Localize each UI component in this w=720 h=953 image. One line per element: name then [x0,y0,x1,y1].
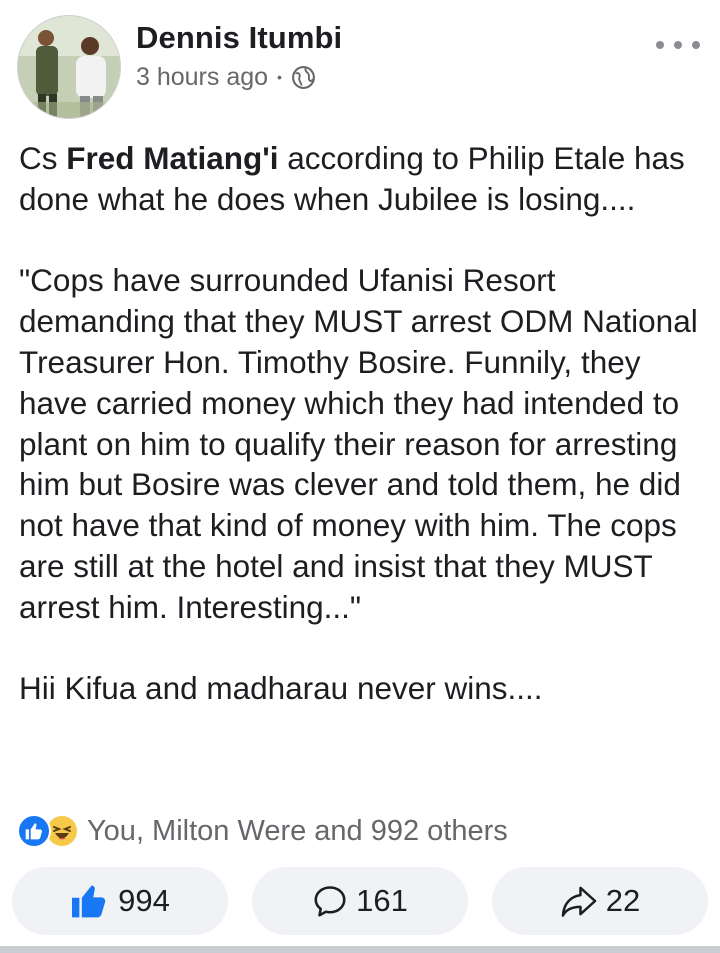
post-time[interactable]: 3 hours ago [136,63,268,92]
separator-dot: • [277,69,282,85]
share-count: 22 [605,883,641,918]
like-count: 994 [118,883,170,918]
thumbs-up-icon [25,823,42,840]
comment-icon [314,886,346,917]
globe-icon[interactable] [291,65,316,90]
reactions-text[interactable]: You, Milton Were and 992 others [87,815,508,848]
comment-button[interactable]: 161 [252,867,468,935]
post-text: Cs Fred Matiang'i according to Philip Et… [19,138,709,709]
like-button[interactable]: 994 [12,867,228,935]
more-dot [674,41,682,49]
facebook-post: Dennis Itumbi 3 hours ago • Cs Fred Mati… [0,0,720,953]
mentioned-name[interactable]: Fred Matiang'i [66,140,278,176]
comment-count: 161 [356,883,408,918]
share-arrow-icon [561,886,597,917]
author-name[interactable]: Dennis Itumbi [136,20,342,56]
post-paragraph-2: "Cops have surrounded Ufanisi Resort dem… [19,262,698,625]
post-paragraph-1: Cs Fred Matiang'i according to Philip Et… [19,138,709,220]
more-dot [692,41,700,49]
more-options-icon[interactable] [656,34,700,56]
share-button[interactable]: 22 [492,867,708,935]
post-paragraph-3: Hii Kifua and madharau never wins.... [19,670,543,707]
more-dot [656,41,664,49]
avatar-photo [18,16,120,118]
divider [0,946,720,953]
action-bar: 994 161 22 [12,867,708,935]
reactions-summary[interactable]: You, Milton Were and 992 others [17,812,508,850]
reaction-icons [17,814,79,848]
like-reaction-icon [17,814,51,848]
laughing-face-icon [53,826,71,840]
avatar[interactable] [17,15,121,119]
post-meta: 3 hours ago • [136,62,316,92]
thumbs-up-icon [72,885,106,918]
text-prefix: Cs [19,140,67,176]
